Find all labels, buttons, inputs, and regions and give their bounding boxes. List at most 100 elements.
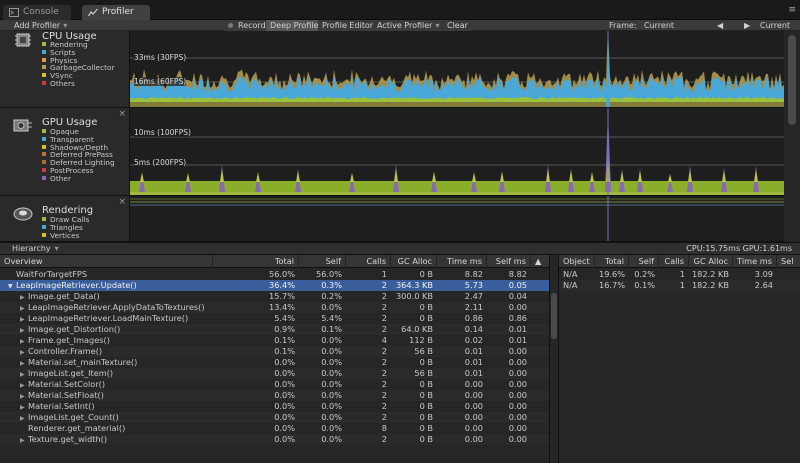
- self-ms-value: 0.00: [508, 302, 527, 312]
- table-row[interactable]: ▶ Texture.get_width() 0.0% 0.0% 2 0 B 0.00 0.00: [0, 434, 549, 445]
- column-header-calls[interactable]: Calls: [346, 255, 391, 268]
- deep-profile-button[interactable]: Deep Profile: [266, 20, 323, 31]
- legend-item[interactable]: Others: [42, 80, 115, 88]
- time-ms-value: 0.00: [464, 401, 483, 411]
- self-ms-value: 0.05: [508, 280, 527, 290]
- legend-item[interactable]: Vertices: [42, 231, 89, 240]
- column-header-time-ms[interactable]: Time ms: [437, 255, 487, 268]
- tab-profiler[interactable]: Profiler: [82, 5, 150, 20]
- column-header-gc-alloc[interactable]: GC Alloc: [689, 255, 733, 268]
- column-header-total[interactable]: Total: [595, 255, 629, 268]
- table-row[interactable]: ▶ ImageList.get_Item() 0.0% 0.0% 2 56 B 0.01 0.…: [0, 368, 549, 379]
- total-value: 0.0%: [274, 379, 295, 389]
- toolbar: Add Profiler ▾ Record Deep Profile Profil…: [0, 20, 800, 31]
- profile-editor-button[interactable]: Profile Editor: [318, 20, 378, 31]
- legend-swatch: [42, 80, 46, 85]
- current-frame-button[interactable]: Current: [756, 20, 794, 31]
- table-row[interactable]: ▶ Image.get_Data() 15.7% 0.2% 2 300.0 KB 2.47 0…: [0, 291, 549, 302]
- chevron-down-icon: ▾: [435, 21, 440, 30]
- tab-console[interactable]: Console: [3, 5, 71, 20]
- rendering-legend: Draw Calls Triangles Vertices: [42, 216, 89, 239]
- scrollbar-thumb[interactable]: [788, 35, 796, 125]
- cpu-gpu-time-stats: CPU:15.75ms GPU:1.61ms: [686, 244, 792, 253]
- rendering-label-panel[interactable]: × Rendering Draw Calls Triangles Vertices: [0, 196, 130, 242]
- previous-frame-button[interactable]: ◀: [713, 20, 727, 31]
- gpu-usage-label-panel[interactable]: × GPU Usage Opaque Transparent Shadows/Dep…: [0, 108, 130, 196]
- gc-alloc-value: 56 B: [414, 346, 433, 356]
- gc-alloc-value: 0 B: [419, 357, 433, 367]
- calls-value: 2: [381, 368, 387, 378]
- add-profiler-dropdown[interactable]: Add Profiler ▾: [10, 20, 71, 31]
- gpu-spike-highlight: [186, 172, 190, 182]
- table-row[interactable]: ▶ LeapImageRetriever.ApplyDataToTextures(…: [0, 302, 549, 313]
- total-value: 0.0%: [274, 423, 295, 433]
- expand-toggle-icon[interactable]: ▶: [20, 435, 28, 446]
- charts-scrollbar[interactable]: [784, 31, 800, 242]
- table-row[interactable]: ▶ Material.SetFloat() 0.0% 0.0% 2 0 B 0.00 0.00: [0, 390, 549, 401]
- time-ms-value: 0.86: [464, 313, 483, 323]
- table-row[interactable]: N/A 16.7% 0.1% 1 182.2 KB 2.64: [559, 280, 800, 291]
- chevron-down-icon: ▾: [54, 244, 59, 253]
- sort-arrow-up-icon[interactable]: ▲: [531, 255, 549, 268]
- column-header-overview[interactable]: Overview: [0, 255, 213, 268]
- cpu-usage-label-panel[interactable]: CPU Usage Rendering Scripts Physics Garbage…: [0, 31, 130, 108]
- cpu-usage-chart[interactable]: 33ms (30FPS) 16ms (60FPS): [130, 31, 784, 108]
- table-row[interactable]: Renderer.get_material() 0.0% 0.0% 8 0 B 0.00 0…: [0, 423, 549, 434]
- calls-value: 2: [381, 280, 387, 290]
- gpu-spike-highlight: [500, 171, 504, 182]
- table-row[interactable]: ▶ Frame.get_Images() 0.1% 0.0% 4 112 B 0.02 0.0…: [0, 335, 549, 346]
- table-row[interactable]: ▶ ImageList.get_Count() 0.0% 0.0% 2 0 B 0.00 0.…: [0, 412, 549, 423]
- table-row[interactable]: ▼ LeapImageRetriever.Update() 36.4% 0.3% 2 36…: [0, 280, 549, 291]
- gc-alloc-value: 64.0 KB: [401, 324, 433, 334]
- record-button[interactable]: Record: [224, 20, 270, 31]
- column-header-total[interactable]: Total: [213, 255, 299, 268]
- table-row[interactable]: ▶ Controller.Frame() 0.1% 0.0% 2 56 B 0.01 0.00: [0, 346, 549, 357]
- column-header-object[interactable]: Object: [559, 255, 595, 268]
- self-value: 0.0%: [321, 357, 342, 367]
- self-ms-value: 0.04: [508, 291, 527, 301]
- add-profiler-label: Add Profiler: [14, 21, 61, 30]
- total-value: 0.0%: [274, 434, 295, 444]
- close-icon[interactable]: ×: [118, 109, 126, 119]
- column-header-calls[interactable]: Calls: [659, 255, 689, 268]
- time-ms-value: 3.09: [754, 269, 773, 279]
- next-frame-button[interactable]: ▶: [740, 20, 754, 31]
- column-header-self-ms[interactable]: Sel: [777, 255, 800, 268]
- gc-alloc-value: 0 B: [419, 434, 433, 444]
- gpu-usage-chart[interactable]: 10ms (100FPS) 5ms (200FPS): [130, 108, 784, 196]
- legend-item[interactable]: Other: [42, 174, 115, 183]
- table-row[interactable]: ▶ Image.get_Distortion() 0.9% 0.1% 2 64.0 KB 0…: [0, 324, 549, 335]
- time-ms-value: 0.00: [464, 434, 483, 444]
- calls-value: 2: [381, 357, 387, 367]
- scrollbar-thumb[interactable]: [551, 293, 557, 339]
- active-profiler-dropdown[interactable]: Active Profiler ▾: [373, 20, 444, 31]
- column-header-self[interactable]: Self: [629, 255, 659, 268]
- self-ms-value: 0.01: [508, 335, 527, 345]
- gpu-spike-highlight: [638, 170, 642, 182]
- close-icon[interactable]: ×: [118, 197, 126, 207]
- time-ms-value: 0.00: [464, 379, 483, 389]
- self-value: 0.0%: [321, 302, 342, 312]
- rendering-chart[interactable]: [130, 196, 784, 242]
- column-header-gc-alloc[interactable]: GC Alloc: [391, 255, 437, 268]
- self-value: 56.0%: [315, 269, 342, 279]
- table-row[interactable]: N/A 19.6% 0.2% 1 182.2 KB 3.09: [559, 269, 800, 280]
- table-row[interactable]: WaitForTargetFPS 56.0% 56.0% 1 0 B 8.82 8.82: [0, 269, 549, 280]
- table-row[interactable]: ▶ Material.SetColor() 0.0% 0.0% 2 0 B 0.00 0.00: [0, 379, 549, 390]
- view-mode-dropdown[interactable]: Hierarchy ▾: [12, 243, 59, 255]
- rendering-sphere-icon: [13, 207, 33, 221]
- time-ms-value: 0.01: [464, 357, 483, 367]
- menu-icon[interactable]: ≡: [788, 5, 796, 15]
- gc-alloc-value: 112 B: [409, 335, 433, 345]
- table-row[interactable]: ▶ Material.SetInt() 0.0% 0.0% 2 0 B 0.00 0.00: [0, 401, 549, 412]
- table-row[interactable]: ▶ Material.set_mainTexture() 0.0% 0.0% 2 0 B0…: [0, 357, 549, 368]
- column-header-time-ms[interactable]: Time ms: [733, 255, 777, 268]
- column-header-self[interactable]: Self: [299, 255, 346, 268]
- column-header-self-ms[interactable]: Self ms: [487, 255, 531, 268]
- table-row[interactable]: ▶ LeapImageRetriever.LoadMainTexture() 5.4…: [0, 313, 549, 324]
- clear-button[interactable]: Clear: [443, 20, 472, 31]
- gc-alloc-value: 182.2 KB: [691, 269, 729, 279]
- self-ms-value: 0.00: [508, 357, 527, 367]
- gc-alloc-value: 0 B: [419, 390, 433, 400]
- overview-table-scrollbar[interactable]: [549, 255, 558, 463]
